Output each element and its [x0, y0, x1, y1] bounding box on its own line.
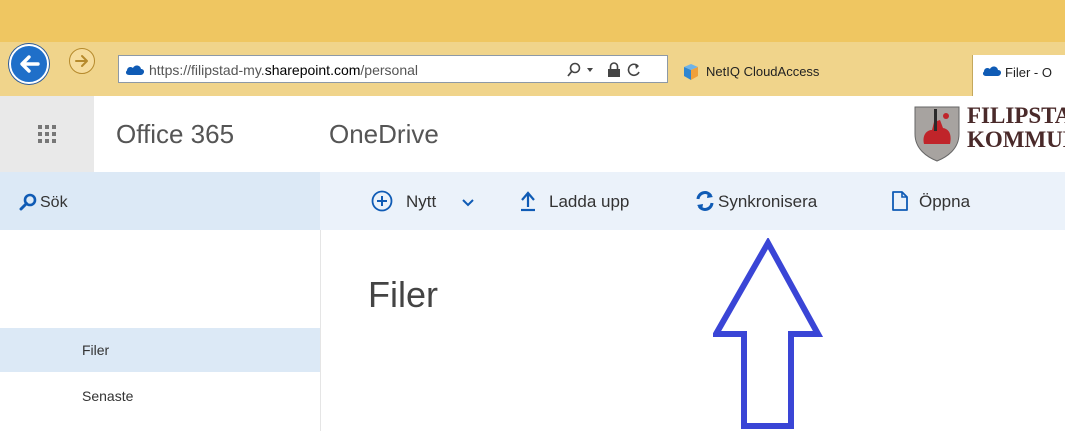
- tab-label: Filer - O: [1005, 65, 1052, 80]
- plus-circle-icon: [371, 190, 393, 212]
- new-label: Nytt: [406, 192, 437, 211]
- search-dropdown-icon[interactable]: [567, 62, 597, 78]
- open-button[interactable]: Öppna: [891, 190, 991, 214]
- office365-brand[interactable]: Office 365: [116, 119, 234, 150]
- page-title: Filer: [368, 274, 438, 315]
- nav-item-filer[interactable]: Filer: [82, 342, 109, 358]
- nav-divider: [320, 230, 321, 431]
- address-bar[interactable]: https://filipstad-my.sharepoint.com/pers…: [118, 55, 668, 83]
- tab-filer-onedrive[interactable]: Filer - O: [972, 55, 1065, 96]
- waffle-icon: [38, 125, 56, 143]
- onedrive-cloud-icon: [982, 66, 1002, 76]
- back-button[interactable]: [9, 44, 49, 84]
- nav-selected-highlight: [0, 328, 320, 372]
- upload-label: Ladda upp: [549, 192, 630, 211]
- municipality-crest-icon: [914, 106, 960, 162]
- sync-icon: [696, 191, 714, 211]
- search-label[interactable]: Sök: [40, 194, 68, 212]
- refresh-icon[interactable]: [627, 62, 641, 78]
- upload-arrow-icon: [521, 191, 535, 212]
- document-icon: [892, 191, 908, 211]
- browser-titlebar: [0, 0, 1065, 42]
- address-bar-icons: [567, 61, 665, 79]
- forward-arrow-icon: [75, 55, 88, 67]
- url-text: https://filipstad-my.sharepoint.com/pers…: [149, 62, 418, 78]
- sync-button[interactable]: Synkronisera: [695, 190, 855, 214]
- forward-button[interactable]: [69, 48, 95, 74]
- upload-button[interactable]: Ladda upp: [519, 190, 659, 214]
- nav-item-senaste[interactable]: Senaste: [82, 388, 133, 404]
- new-button[interactable]: Nytt: [371, 190, 474, 214]
- tab-label: NetIQ CloudAccess: [706, 64, 820, 79]
- search-icon: [19, 193, 37, 211]
- tab-netiq[interactable]: NetIQ CloudAccess: [670, 55, 970, 96]
- municipality-logo-text: FILIPSTADS KOMMUN: [967, 103, 1065, 152]
- annotation-up-arrow-icon: [713, 238, 823, 429]
- app-title[interactable]: OneDrive: [329, 119, 439, 150]
- onedrive-cloud-icon: [125, 65, 145, 75]
- chevron-down-icon: [462, 199, 474, 207]
- open-label: Öppna: [919, 192, 971, 211]
- netiq-icon: [684, 64, 698, 80]
- lock-icon[interactable]: [607, 62, 621, 78]
- back-arrow-icon: [20, 55, 40, 73]
- sync-label: Synkronisera: [718, 192, 818, 211]
- app-launcher-button[interactable]: [0, 96, 94, 172]
